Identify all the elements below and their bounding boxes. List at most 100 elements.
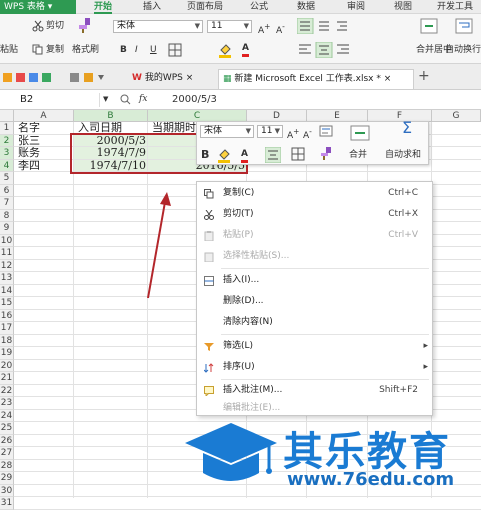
row-header-12[interactable]: 12	[0, 259, 14, 272]
quick-access-icons-2[interactable]	[70, 72, 110, 84]
copy-button[interactable]: 复制	[46, 45, 64, 56]
row-header-6[interactable]: 6	[0, 184, 14, 197]
mini-autosum-button[interactable]: 自动求和	[385, 150, 421, 161]
italic-button[interactable]: I	[135, 45, 138, 56]
menu-item-paste[interactable]: 粘贴(P) Ctrl+V	[197, 225, 432, 246]
align-buttons-row2[interactable]	[297, 42, 357, 58]
menu-home[interactable]: 开始	[94, 0, 113, 14]
row-header-8[interactable]: 8	[0, 209, 14, 222]
format-painter-button[interactable]: 格式刷	[72, 45, 99, 56]
tab-workbook[interactable]: ▦ 新建 Microsoft Excel 工作表.xlsx * ×	[218, 69, 414, 89]
row-header-2[interactable]: 2	[0, 134, 14, 147]
tab-my-wps[interactable]: W 我的WPS ×	[128, 69, 216, 89]
menu-view[interactable]: 视图	[394, 0, 412, 14]
row-header-15[interactable]: 15	[0, 297, 14, 310]
mini-font-size-select[interactable]: 11 ▼	[257, 125, 283, 138]
menu-item-insert[interactable]: 插入(I)...	[197, 270, 432, 291]
mini-merge-icon[interactable]	[349, 124, 371, 144]
font-name-select[interactable]: 宋体 ▼	[113, 20, 203, 33]
name-box[interactable]: B2	[20, 93, 100, 107]
row-header-22[interactable]: 22	[0, 384, 14, 397]
row-header-20[interactable]: 20	[0, 359, 14, 372]
fx-button[interactable]: fx	[139, 94, 147, 105]
cell-a1[interactable]: 名字	[16, 122, 74, 135]
row-header-17[interactable]: 17	[0, 322, 14, 335]
paste-button[interactable]: 粘贴	[0, 45, 18, 56]
borders-icon[interactable]	[168, 43, 182, 57]
row-header-24[interactable]: 24	[0, 409, 14, 422]
menu-item-copy[interactable]: 复制(C) Ctrl+C	[197, 183, 432, 204]
mini-format-painter-icon[interactable]	[319, 146, 333, 160]
row-header-29[interactable]: 29	[0, 472, 14, 485]
menu-formulas[interactable]: 公式	[250, 0, 268, 14]
mini-merge-button[interactable]: 合并	[349, 150, 367, 161]
row-header-4[interactable]: 4	[0, 159, 14, 172]
row-header-23[interactable]: 23	[0, 397, 14, 410]
mini-format-icon[interactable]	[319, 124, 333, 138]
menu-item-cut[interactable]: 剪切(T) Ctrl+X	[197, 204, 432, 225]
formula-input[interactable]: 2000/5/3	[172, 94, 217, 105]
row-header-19[interactable]: 19	[0, 347, 14, 360]
row-header-7[interactable]: 7	[0, 197, 14, 210]
row-header-1[interactable]: 1	[0, 122, 14, 135]
menu-item-paste-special[interactable]: 选择性粘贴(S)...	[197, 246, 432, 267]
row-header-30[interactable]: 30	[0, 484, 14, 497]
row-header-28[interactable]: 28	[0, 459, 14, 472]
chevron-down-icon[interactable]: ▼	[103, 94, 108, 105]
mini-borders-icon[interactable]	[291, 147, 305, 161]
shrink-font-icon[interactable]: A-	[276, 21, 285, 37]
row-header-9[interactable]: 9	[0, 222, 14, 235]
row-header-16[interactable]: 16	[0, 309, 14, 322]
scissors-icon[interactable]	[32, 20, 44, 32]
row-header-26[interactable]: 26	[0, 434, 14, 447]
mini-font-color-icon[interactable]: A	[241, 149, 248, 163]
font-size-select[interactable]: 11 ▼	[207, 20, 252, 33]
zoom-icon[interactable]	[120, 94, 131, 105]
new-tab-icon[interactable]: +	[418, 69, 430, 83]
underline-button[interactable]: U	[150, 45, 157, 56]
fill-color-icon[interactable]	[218, 42, 234, 58]
row-header-11[interactable]: 11	[0, 247, 14, 260]
close-icon[interactable]: ×	[384, 74, 392, 84]
column-header-b[interactable]: B	[74, 110, 148, 122]
select-all-corner[interactable]	[0, 110, 14, 122]
menu-review[interactable]: 审阅	[347, 0, 365, 14]
menu-item-filter[interactable]: 筛选(L) ▸	[197, 336, 432, 357]
row-header-13[interactable]: 13	[0, 272, 14, 285]
quick-access-icons[interactable]	[3, 72, 53, 84]
row-header-5[interactable]: 5	[0, 172, 14, 185]
menu-item-sort[interactable]: 排序(U) ▸	[197, 357, 432, 378]
mini-font-name-select[interactable]: 宋体 ▼	[200, 125, 254, 138]
autosum-icon[interactable]: Σ	[402, 120, 412, 136]
row-header-10[interactable]: 10	[0, 234, 14, 247]
menu-item-insert-comment[interactable]: 插入批注(M)... Shift+F2	[197, 380, 432, 401]
cell-a4[interactable]: 李四	[16, 160, 74, 173]
column-header-g[interactable]: G	[432, 110, 481, 122]
close-icon[interactable]: ×	[186, 73, 194, 83]
row-header-18[interactable]: 18	[0, 334, 14, 347]
wrap-text-icon[interactable]	[455, 17, 473, 35]
merge-center-icon[interactable]	[420, 17, 438, 35]
mini-shrink-font-icon[interactable]: A-	[303, 126, 312, 142]
grow-font-icon[interactable]: A+	[258, 21, 270, 37]
row-header-25[interactable]: 25	[0, 422, 14, 435]
menu-item-clear-contents[interactable]: 清除内容(N)	[197, 312, 432, 333]
menu-developer[interactable]: 开发工具	[437, 0, 473, 14]
mini-bold-button[interactable]: B	[201, 149, 209, 160]
row-header-31[interactable]: 31	[0, 497, 14, 510]
mini-align-center-icon[interactable]	[265, 147, 281, 163]
menu-item-delete[interactable]: 删除(D)...	[197, 291, 432, 312]
row-header-3[interactable]: 3	[0, 147, 14, 160]
menu-page-layout[interactable]: 页面布局	[187, 0, 223, 14]
bold-button[interactable]: B	[120, 45, 127, 56]
copy-icon[interactable]	[32, 44, 43, 55]
wrap-text-button[interactable]: 自动换行	[445, 45, 481, 56]
mini-fill-color-icon[interactable]	[217, 147, 233, 163]
align-buttons[interactable]	[297, 18, 357, 34]
font-color-icon[interactable]: A	[242, 43, 249, 57]
cell-a2[interactable]: 张三	[16, 135, 74, 148]
cut-button[interactable]: 剪切	[46, 21, 64, 32]
cell-a3[interactable]: 账务	[16, 147, 74, 160]
row-header-27[interactable]: 27	[0, 447, 14, 460]
mini-grow-font-icon[interactable]: A+	[287, 126, 299, 142]
